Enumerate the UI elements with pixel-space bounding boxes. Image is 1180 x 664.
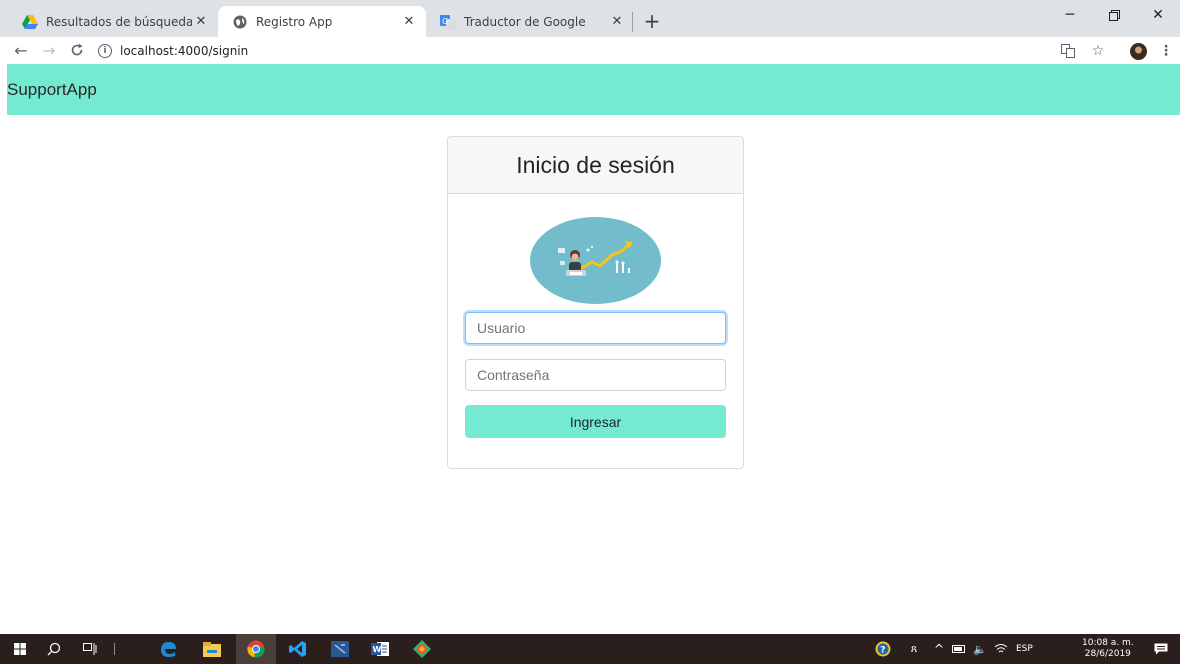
menu-kebab-icon[interactable]: ⋮ <box>1156 41 1176 61</box>
svg-text:G: G <box>442 17 448 26</box>
language-indicator[interactable]: ESP <box>1016 644 1033 654</box>
file-explorer-icon[interactable] <box>192 634 232 664</box>
help-icon[interactable]: ? <box>868 634 898 664</box>
svg-text:W: W <box>373 645 382 654</box>
google-translate-icon: G <box>440 14 456 30</box>
clock-date: 28/6/2019 <box>1084 649 1131 659</box>
tab-title: Registro App <box>256 14 333 29</box>
globe-icon <box>232 14 248 30</box>
taskbar-divider <box>114 643 115 655</box>
tab-title: Traductor de Google <box>464 14 586 29</box>
login-submit-button[interactable]: Ingresar <box>465 405 726 438</box>
browser-toolbar: ← → i localhost:4000/signin ☆ ⋮ <box>0 37 1180 64</box>
wifi-icon[interactable] <box>992 634 1010 664</box>
card-title: Inicio de sesión <box>448 137 743 194</box>
chrome-icon[interactable] <box>236 634 276 664</box>
brand-link[interactable]: SupportApp <box>7 80 97 100</box>
forward-arrow-icon[interactable]: → <box>38 39 60 61</box>
tab-google-translate[interactable]: G Traductor de Google ✕ <box>426 6 634 37</box>
notifications-icon[interactable] <box>1146 634 1176 664</box>
volume-icon[interactable]: 🔈 <box>970 634 990 664</box>
translate-page-icon[interactable] <box>1058 41 1078 61</box>
url-text: localhost:4000/signin <box>120 43 249 58</box>
tab-google-search[interactable]: Resultados de búsqueda - Googl ✕ <box>8 6 218 37</box>
people-icon[interactable]: ጸ <box>902 634 926 664</box>
task-view-icon[interactable] <box>70 634 110 664</box>
battery-icon[interactable] <box>950 634 968 664</box>
windows-taskbar: W ? ጸ ^ 🔈 ESP 10:08 a. m. 28/6/2019 <box>0 634 1180 664</box>
close-tab-icon[interactable]: ✕ <box>192 13 210 31</box>
app-logo <box>530 217 661 304</box>
address-bar[interactable]: i localhost:4000/signin <box>98 39 1056 62</box>
screen: Resultados de búsqueda - Googl ✕ Registr… <box>0 0 1180 664</box>
login-card: Inicio de sesión Usuario Ingresar <box>447 136 744 469</box>
vscode-icon[interactable] <box>278 634 318 664</box>
password-input[interactable] <box>465 359 726 391</box>
chevron-up-icon[interactable]: ^ <box>930 634 948 664</box>
new-tab-button[interactable]: + <box>640 9 664 33</box>
google-drive-icon <box>22 14 38 30</box>
remote-desktop-icon[interactable] <box>320 634 360 664</box>
tab-title: Resultados de búsqueda - Googl <box>46 14 192 29</box>
profile-avatar[interactable] <box>1128 41 1148 61</box>
tab-strip: Resultados de búsqueda - Googl ✕ Registr… <box>0 0 1180 37</box>
clock[interactable]: 10:08 a. m. 28/6/2019 <box>1082 638 1134 660</box>
close-tab-icon[interactable]: ✕ <box>400 13 418 31</box>
app-navbar: SupportApp <box>7 64 1180 115</box>
username-input[interactable] <box>465 312 726 344</box>
tab-separator <box>632 12 633 32</box>
close-window-button[interactable]: ✕ <box>1136 0 1180 30</box>
clock-time: 10:08 a. m. <box>1082 638 1134 648</box>
restore-button[interactable] <box>1092 0 1136 30</box>
close-tab-icon[interactable]: ✕ <box>608 13 626 31</box>
info-icon[interactable]: i <box>98 43 112 58</box>
git-kraken-icon[interactable] <box>402 634 442 664</box>
edge-icon[interactable] <box>148 634 188 664</box>
word-icon[interactable]: W <box>360 634 400 664</box>
back-arrow-icon[interactable]: ← <box>10 39 32 61</box>
reload-icon[interactable] <box>66 39 88 61</box>
bookmark-star-icon[interactable]: ☆ <box>1088 41 1108 61</box>
svg-text:?: ? <box>880 646 885 656</box>
minimize-button[interactable]: ─ <box>1048 0 1092 30</box>
restore-icon <box>1108 9 1120 21</box>
search-icon[interactable] <box>34 634 74 664</box>
tab-registro-app[interactable]: Registro App ✕ <box>218 6 426 37</box>
